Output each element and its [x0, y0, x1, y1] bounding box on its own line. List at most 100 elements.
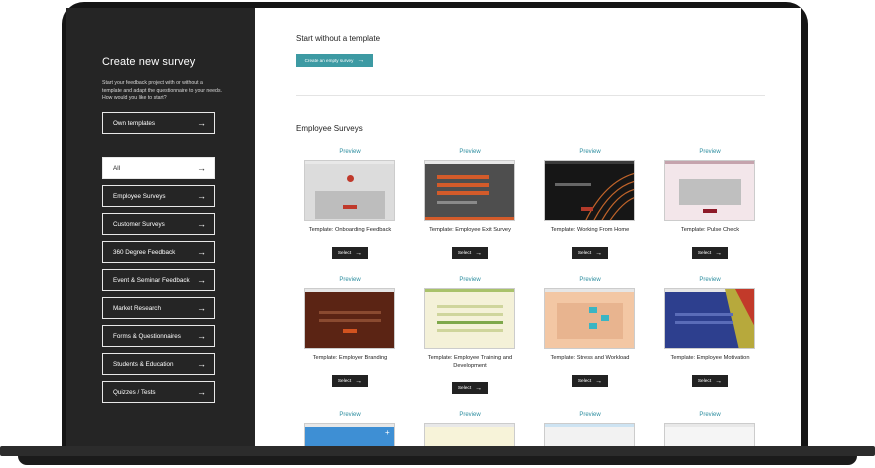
laptop-base-top	[0, 446, 875, 456]
template-thumbnail[interactable]	[664, 423, 755, 446]
category-market-research[interactable]: Market Research →	[102, 297, 215, 319]
select-label: Select	[697, 378, 712, 384]
own-templates-label: Own templates	[113, 119, 155, 127]
category-students-education[interactable]: Students & Education →	[102, 353, 215, 375]
category-quizzes-tests[interactable]: Quizzes / Tests →	[102, 381, 215, 403]
select-label: Select	[337, 250, 352, 256]
template-thumbnail[interactable]	[544, 423, 635, 446]
arrow-right-icon: →	[357, 57, 365, 64]
category-360-degree-feedback[interactable]: 360 Degree Feedback →	[102, 241, 215, 263]
template-title: Template: Onboarding Feedback	[308, 227, 392, 233]
template-title: Template: Stress and Workload	[550, 355, 630, 361]
arrow-right-icon: →	[715, 249, 723, 257]
arrow-right-icon: →	[197, 162, 206, 173]
arrow-right-icon: →	[355, 377, 363, 385]
arrow-right-icon: →	[475, 384, 483, 392]
laptop-base	[0, 446, 875, 468]
arrow-right-icon: →	[197, 274, 206, 285]
preview-link[interactable]: Preview	[655, 277, 765, 283]
template-thumbnail[interactable]	[304, 288, 395, 349]
template-thumbnail[interactable]	[664, 160, 755, 221]
preview-link[interactable]: Preview	[415, 149, 525, 155]
preview-link[interactable]: Preview	[295, 277, 405, 283]
select-button[interactable]: Select →	[692, 247, 728, 259]
template-title: Template: Employee Exit Survey	[429, 227, 511, 233]
arrow-right-icon: →	[197, 246, 206, 257]
sidebar-title: Create new survey	[102, 56, 196, 68]
template-thumbnail[interactable]	[544, 288, 635, 349]
template-thumbnail[interactable]	[544, 160, 635, 221]
select-label: Select	[457, 385, 472, 391]
template-card: Preview	[655, 412, 765, 446]
divider	[296, 95, 765, 96]
select-button[interactable]: Select →	[332, 375, 368, 387]
select-button[interactable]: Select →	[572, 247, 608, 259]
start-without-template-heading: Start without a template	[296, 34, 381, 43]
preview-link[interactable]: Preview	[655, 412, 765, 418]
category-label: Market Research	[113, 304, 161, 312]
arrow-right-icon: →	[197, 190, 206, 201]
category-employee-surveys[interactable]: Employee Surveys →	[102, 185, 215, 207]
category-all[interactable]: All →	[102, 157, 215, 179]
create-empty-survey-button[interactable]: Create an empty survey →	[296, 54, 373, 67]
category-event-seminar-feedback[interactable]: Event & Seminar Feedback →	[102, 269, 215, 291]
template-card: Preview Template: Onboarding Feedback Se…	[295, 149, 405, 259]
select-label: Select	[457, 250, 472, 256]
select-button[interactable]: Select →	[452, 382, 488, 394]
template-thumbnail[interactable]	[424, 160, 515, 221]
preview-link[interactable]: Preview	[295, 149, 405, 155]
template-title: Template: Pulse Check	[680, 227, 740, 233]
template-card: Preview Template: Employee Exit Survey S…	[415, 149, 525, 259]
template-thumbnail[interactable]: +	[304, 423, 395, 446]
arrow-right-icon: →	[197, 358, 206, 369]
preview-link[interactable]: Preview	[535, 149, 645, 155]
arrow-right-icon: →	[475, 249, 483, 257]
preview-link[interactable]: Preview	[535, 412, 645, 418]
arrow-right-icon: →	[715, 377, 723, 385]
preview-link[interactable]: Preview	[295, 412, 405, 418]
template-card: Preview Template: Employee Training and …	[415, 277, 525, 394]
category-customer-surveys[interactable]: Customer Surveys →	[102, 213, 215, 235]
category-label: Students & Education	[113, 360, 174, 368]
preview-link[interactable]: Preview	[535, 277, 645, 283]
category-label: Forms & Questionnaires	[113, 332, 181, 340]
select-label: Select	[337, 378, 352, 384]
sidebar: Create new survey Start your feedback pr…	[66, 8, 255, 446]
template-thumbnail[interactable]	[424, 423, 515, 446]
preview-link[interactable]: Preview	[655, 149, 765, 155]
template-card: Preview	[535, 412, 645, 446]
create-empty-survey-label: Create an empty survey	[304, 58, 354, 63]
arrow-right-icon: →	[197, 218, 206, 229]
template-card: Preview Template: Employer Branding Sele…	[295, 277, 405, 387]
template-thumbnail[interactable]	[664, 288, 755, 349]
category-label: Event & Seminar Feedback	[113, 276, 190, 284]
template-card: Preview	[415, 412, 525, 446]
arrow-right-icon: →	[197, 117, 206, 128]
arrow-right-icon: →	[355, 249, 363, 257]
select-button[interactable]: Select →	[332, 247, 368, 259]
template-thumbnail[interactable]	[304, 160, 395, 221]
select-button[interactable]: Select →	[572, 375, 608, 387]
arrow-right-icon: →	[197, 386, 206, 397]
app-screen: Create new survey Start your feedback pr…	[66, 8, 801, 446]
select-label: Select	[577, 250, 592, 256]
template-title: Template: Employee Training and Developm…	[427, 355, 513, 369]
template-card: Preview Template: Stress and Workload Se…	[535, 277, 645, 387]
template-title: Template: Employer Branding	[312, 355, 388, 361]
arrow-right-icon: →	[595, 249, 603, 257]
category-label: Customer Surveys	[113, 220, 165, 228]
template-card: Preview +	[295, 412, 405, 446]
arrow-right-icon: →	[595, 377, 603, 385]
select-label: Select	[697, 250, 712, 256]
own-templates-button[interactable]: Own templates →	[102, 112, 215, 134]
select-button[interactable]: Select →	[692, 375, 728, 387]
template-thumbnail[interactable]	[424, 288, 515, 349]
template-title: Template: Working From Home	[550, 227, 630, 233]
preview-link[interactable]: Preview	[415, 412, 525, 418]
preview-link[interactable]: Preview	[415, 277, 525, 283]
select-button[interactable]: Select →	[452, 247, 488, 259]
category-label: All	[113, 164, 120, 172]
arrow-right-icon: →	[197, 302, 206, 313]
category-forms-questionnaires[interactable]: Forms & Questionnaires →	[102, 325, 215, 347]
arrow-right-icon: →	[197, 330, 206, 341]
